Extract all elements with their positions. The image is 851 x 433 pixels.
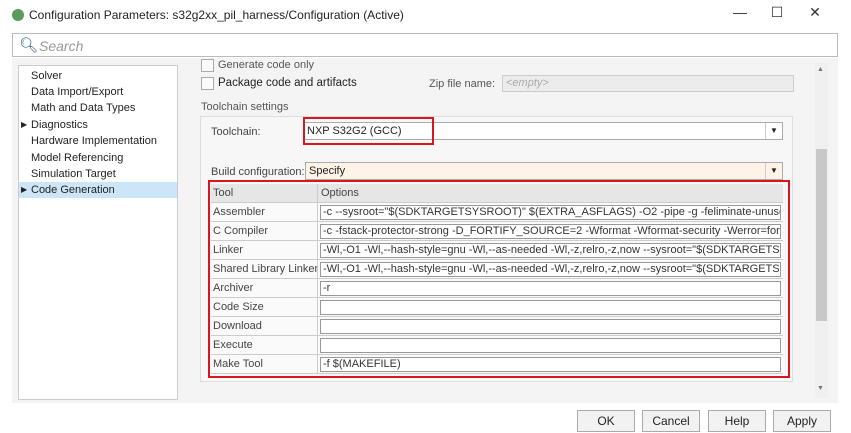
sidebar-item-label: Math and Data Types: [31, 102, 136, 114]
search-placeholder: Search: [39, 38, 84, 54]
search-input[interactable]: 🔍︎ Search: [12, 33, 838, 57]
help-button[interactable]: Help: [708, 410, 766, 432]
build-configuration-dropdown[interactable]: Specify ▼: [305, 162, 783, 180]
sidebar-item-label: Diagnostics: [31, 119, 88, 131]
sidebar-item-diagnostics[interactable]: ▶ Diagnostics: [19, 117, 177, 133]
toolchain-section-title: Toolchain settings: [201, 101, 289, 113]
sidebar-item-label: Data Import/Export: [31, 86, 124, 98]
app-icon: [12, 9, 24, 21]
expand-arrow-icon[interactable]: ▶: [21, 182, 27, 198]
build-configuration-label: Build configuration:: [211, 166, 305, 178]
category-tree: Solver Data Import/Export Math and Data …: [18, 65, 178, 400]
sidebar-item-hardware-implementation[interactable]: Hardware Implementation: [19, 133, 177, 149]
zip-file-input[interactable]: <empty>: [502, 75, 794, 92]
sidebar-item-label: Solver: [31, 70, 63, 82]
toolchain-label: Toolchain:: [211, 126, 261, 138]
ok-button[interactable]: OK: [577, 410, 635, 432]
sidebar-item-solver[interactable]: Solver: [19, 68, 177, 84]
maximize-button[interactable]: ☐: [767, 4, 787, 24]
close-button[interactable]: ✕: [805, 4, 825, 24]
window-title: Configuration Parameters: s32g2xx_pil_ha…: [29, 8, 404, 22]
chevron-down-icon[interactable]: ▼: [765, 123, 782, 139]
zip-file-label: Zip file name:: [429, 78, 496, 90]
package-code-label: Package code and artifacts: [218, 77, 357, 89]
chevron-down-icon[interactable]: ▼: [765, 163, 782, 179]
generate-code-only-label: Generate code only: [218, 59, 315, 71]
vertical-scrollbar[interactable]: ▲ ▼: [815, 63, 828, 398]
build-configuration-value: Specify: [309, 165, 346, 177]
tool-table-highlight: [208, 180, 790, 378]
minimize-button[interactable]: —: [730, 4, 750, 24]
toolchain-highlight: [303, 117, 434, 145]
scroll-down-icon[interactable]: ▼: [817, 385, 824, 392]
sidebar-item-label: Simulation Target: [31, 168, 116, 180]
sidebar-item-label: Hardware Implementation: [31, 135, 157, 147]
title-bar: Configuration Parameters: s32g2xx_pil_ha…: [0, 0, 851, 30]
sidebar-item-model-referencing[interactable]: Model Referencing: [19, 150, 177, 166]
expand-arrow-icon[interactable]: ▶: [21, 117, 27, 133]
generate-code-only-checkbox[interactable]: [201, 59, 214, 72]
search-icon: 🔍︎: [19, 37, 39, 54]
generate-code-only-row[interactable]: Generate code only: [201, 59, 501, 74]
scrollbar-thumb[interactable]: [816, 149, 827, 321]
apply-button[interactable]: Apply: [773, 410, 831, 432]
sidebar-item-simulation-target[interactable]: Simulation Target: [19, 166, 177, 182]
cancel-button[interactable]: Cancel: [642, 410, 700, 432]
sidebar-item-code-generation[interactable]: ▶ Code Generation: [19, 182, 177, 198]
sidebar-item-label: Code Generation: [31, 184, 115, 196]
scroll-up-icon[interactable]: ▲: [817, 66, 824, 73]
package-code-checkbox[interactable]: [201, 77, 214, 90]
sidebar-item-math-data-types[interactable]: Math and Data Types: [19, 100, 177, 116]
sidebar-item-label: Model Referencing: [31, 152, 124, 164]
sidebar-item-data-import-export[interactable]: Data Import/Export: [19, 84, 177, 100]
